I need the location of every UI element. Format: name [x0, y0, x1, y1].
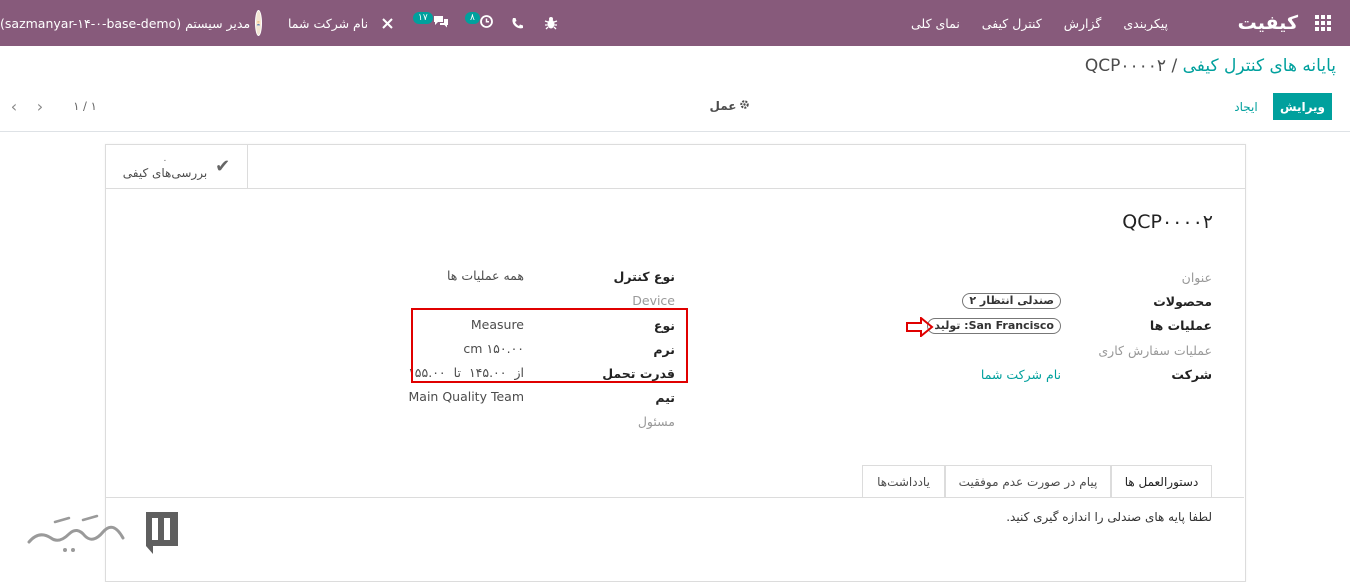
menu-item-quality-control[interactable]: کنترل کیفی: [982, 16, 1042, 31]
field-label-team: تیم: [655, 390, 675, 405]
activities-indicator[interactable]: ۸: [463, 0, 493, 46]
field-operations[interactable]: San Francisco: تولید: [927, 317, 1061, 334]
company-switcher[interactable]: نام شرکت شما: [288, 0, 368, 46]
tools-icon[interactable]: [381, 0, 394, 46]
operation-tag[interactable]: San Francisco: تولید: [927, 318, 1061, 334]
messages-count-badge: ۱۷: [413, 12, 433, 24]
field-label-device: Device: [632, 293, 675, 308]
breadcrumb-current: QCP۰۰۰۰۲: [1084, 56, 1167, 76]
debug-icon[interactable]: [544, 0, 558, 46]
field-label-company: شرکت: [1171, 367, 1212, 382]
field-label-responsible: مسئول: [637, 414, 675, 429]
field-label-products: محصولات: [1153, 294, 1212, 309]
record-title: QCP۰۰۰۰۲: [1122, 211, 1213, 233]
user-avatar: [255, 10, 262, 36]
quality-checks-count: ۰: [162, 155, 168, 166]
pager-value[interactable]: ۱ / ۱: [60, 96, 110, 116]
action-label: عمل: [709, 99, 737, 113]
tab-failure-message[interactable]: پیام در صورت عدم موفقیت: [945, 465, 1111, 497]
arrow-annotation-icon: [906, 315, 934, 339]
tab-notes[interactable]: یادداشت‌ها: [862, 465, 945, 497]
instructions-text: لطفا پایه های صندلی را اندازه گیری کنید.: [1006, 510, 1212, 524]
field-label-title: عنوان: [1181, 270, 1212, 285]
quality-checks-smart-button[interactable]: ✔ ۰ بررسی‌های کیفی: [106, 145, 248, 188]
menu-item-overview[interactable]: نمای کلی: [911, 16, 960, 31]
chat-icon: [433, 15, 449, 31]
field-products[interactable]: صندلی انتظار ۲: [962, 292, 1061, 309]
button-box: ✔ ۰ بررسی‌های کیفی: [106, 145, 1245, 189]
product-tag[interactable]: صندلی انتظار ۲: [962, 293, 1061, 309]
main-menu: نمای کلی کنترل کیفی گزارش پیکربندی: [911, 0, 1168, 46]
field-company[interactable]: نام شرکت شما: [981, 367, 1061, 382]
menu-item-configuration[interactable]: پیکربندی: [1123, 16, 1168, 31]
app-brand[interactable]: کیفیت: [1208, 0, 1298, 46]
tab-instructions[interactable]: دستورالعمل ها: [1111, 465, 1212, 498]
smart-button-text: ۰ بررسی‌های کیفی: [123, 155, 207, 179]
clock-icon: [479, 15, 493, 31]
user-name: مدیر سیستم (sazmanyar-۱۴-۰-base-demo): [0, 15, 251, 31]
edit-button[interactable]: ویرایش: [1273, 93, 1332, 120]
activities-count-badge: ۸: [465, 12, 480, 24]
messages-indicator[interactable]: ۱۷: [411, 0, 449, 46]
breadcrumb-parent[interactable]: پایانه های کنترل کیفی: [1183, 56, 1336, 76]
field-control-type[interactable]: همه عملیات ها: [447, 268, 524, 283]
quality-checks-label: بررسی‌های کیفی: [122, 165, 208, 180]
highlight-box: [411, 308, 688, 383]
action-dropdown-button[interactable]: عمل: [700, 96, 760, 116]
field-label-control-type: نوع کنترل: [613, 269, 675, 284]
control-panel-divider: [0, 131, 1350, 132]
phone-icon[interactable]: [511, 0, 524, 46]
check-icon: ✔: [215, 156, 231, 177]
watermark-logo: [25, 508, 183, 556]
apps-menu-icon[interactable]: [1313, 0, 1333, 46]
breadcrumb-separator: /: [1171, 56, 1178, 76]
field-label-work-order-operation: عملیات سفارش کاری: [1098, 343, 1212, 358]
pager-previous-icon[interactable]: ‹: [7, 96, 21, 116]
tabs-divider: [105, 497, 1244, 498]
create-button[interactable]: ایجاد: [1224, 93, 1268, 120]
gear-icon: [739, 99, 750, 113]
menu-item-reporting[interactable]: گزارش: [1064, 16, 1102, 31]
pager-next-icon[interactable]: ›: [33, 96, 47, 116]
user-menu[interactable]: مدیر سیستم (sazmanyar-۱۴-۰-base-demo): [0, 0, 262, 46]
field-team[interactable]: Main Quality Team: [409, 389, 525, 404]
breadcrumb: پایانه های کنترل کیفی / QCP۰۰۰۰۲: [1085, 56, 1336, 76]
field-label-operations: عملیات ها: [1149, 318, 1212, 333]
top-navbar: کیفیت نمای کلی کنترل کیفی گزارش پیکربندی…: [0, 0, 1350, 46]
